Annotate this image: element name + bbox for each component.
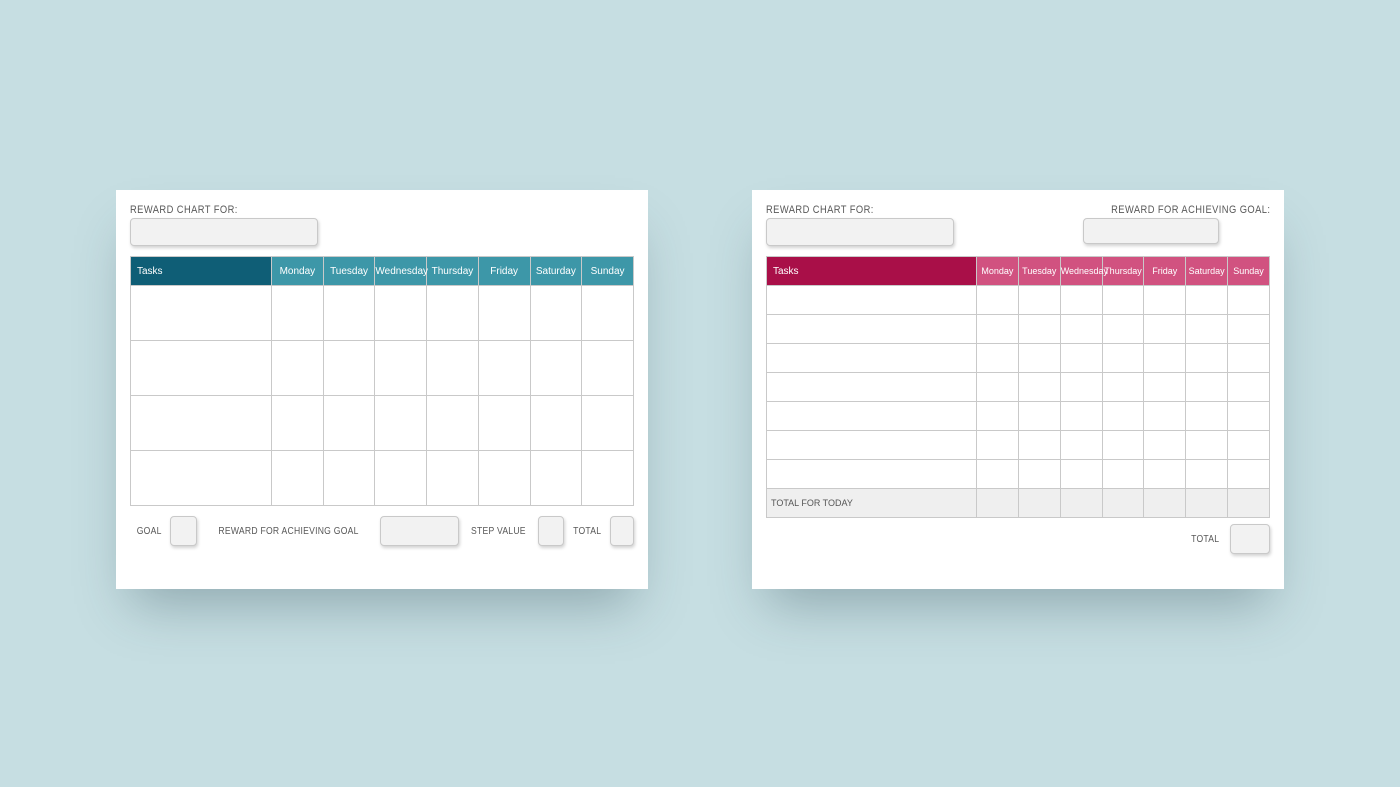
reward-field-group: REWARD FOR ACHIEVING GOAL: bbox=[1083, 204, 1270, 246]
day-header-wed: Wednesday bbox=[375, 257, 427, 286]
table-header-row: Tasks Monday Tuesday Wednesday Thursday … bbox=[131, 257, 634, 286]
day-header-thu: Thursday bbox=[427, 257, 479, 286]
day-header-fri: Friday bbox=[1144, 257, 1186, 286]
table-header-row: Tasks Monday Tuesday Wednesday Thursday … bbox=[767, 257, 1270, 286]
table-row bbox=[131, 341, 634, 396]
table-row bbox=[131, 451, 634, 506]
tasks-table: Tasks Monday Tuesday Wednesday Thursday … bbox=[766, 256, 1270, 518]
total-for-today-row: TOTAL FOR TODAY bbox=[767, 489, 1270, 518]
day-header-tue: Tuesday bbox=[323, 257, 375, 286]
footer-row: TOTAL bbox=[752, 518, 1284, 554]
step-value-label: STEP VALUE bbox=[471, 525, 526, 537]
table-row bbox=[767, 286, 1270, 315]
total-for-today-label: TOTAL FOR TODAY bbox=[767, 489, 977, 518]
reward-chart-card-magenta: REWARD CHART FOR: REWARD FOR ACHIEVING G… bbox=[752, 190, 1284, 589]
name-input-box[interactable] bbox=[130, 218, 318, 246]
reward-chart-card-teal: REWARD CHART FOR: Tasks Monday Tuesday W… bbox=[116, 190, 648, 589]
tasks-header: Tasks bbox=[767, 257, 977, 286]
footer-row: GOAL REWARD FOR ACHIEVING GOAL STEP VALU… bbox=[116, 506, 648, 546]
day-header-wed: Wednesday bbox=[1060, 257, 1102, 286]
table-row bbox=[767, 373, 1270, 402]
table-row bbox=[767, 431, 1270, 460]
name-field-group: REWARD CHART FOR: bbox=[766, 204, 954, 246]
table-row bbox=[131, 286, 634, 341]
table-row bbox=[767, 460, 1270, 489]
total-label: TOTAL bbox=[1191, 533, 1219, 545]
day-header-tue: Tuesday bbox=[1018, 257, 1060, 286]
reward-for-goal-label: REWARD FOR ACHIEVING GOAL: bbox=[1111, 204, 1270, 216]
name-input-box[interactable] bbox=[766, 218, 954, 246]
day-header-sat: Saturday bbox=[530, 257, 582, 286]
reward-input-box[interactable] bbox=[380, 516, 459, 546]
day-header-fri: Friday bbox=[478, 257, 530, 286]
tasks-header: Tasks bbox=[131, 257, 272, 286]
total-input-box[interactable] bbox=[1230, 524, 1270, 554]
day-header-mon: Monday bbox=[977, 257, 1019, 286]
total-input-box[interactable] bbox=[610, 516, 634, 546]
table-row bbox=[131, 396, 634, 451]
day-header-sat: Saturday bbox=[1186, 257, 1228, 286]
header-row: REWARD CHART FOR: bbox=[116, 190, 648, 246]
total-label: TOTAL bbox=[573, 525, 601, 537]
day-header-sun: Sunday bbox=[582, 257, 634, 286]
day-header-sun: Sunday bbox=[1228, 257, 1270, 286]
table-row bbox=[767, 402, 1270, 431]
step-value-input-box[interactable] bbox=[538, 516, 564, 546]
day-header-mon: Monday bbox=[272, 257, 324, 286]
goal-input-box[interactable] bbox=[170, 516, 196, 546]
header-row: REWARD CHART FOR: REWARD FOR ACHIEVING G… bbox=[752, 190, 1284, 246]
tasks-table: Tasks Monday Tuesday Wednesday Thursday … bbox=[130, 256, 634, 506]
reward-input-box[interactable] bbox=[1083, 218, 1219, 244]
reward-label: REWARD FOR ACHIEVING GOAL bbox=[218, 525, 358, 537]
goal-label: GOAL bbox=[137, 525, 162, 537]
table-row bbox=[767, 344, 1270, 373]
reward-chart-for-label: REWARD CHART FOR: bbox=[130, 204, 290, 216]
name-field-group: REWARD CHART FOR: bbox=[130, 204, 318, 246]
reward-chart-for-label: REWARD CHART FOR: bbox=[766, 204, 926, 216]
table-row bbox=[767, 315, 1270, 344]
day-header-thu: Thursday bbox=[1102, 257, 1144, 286]
